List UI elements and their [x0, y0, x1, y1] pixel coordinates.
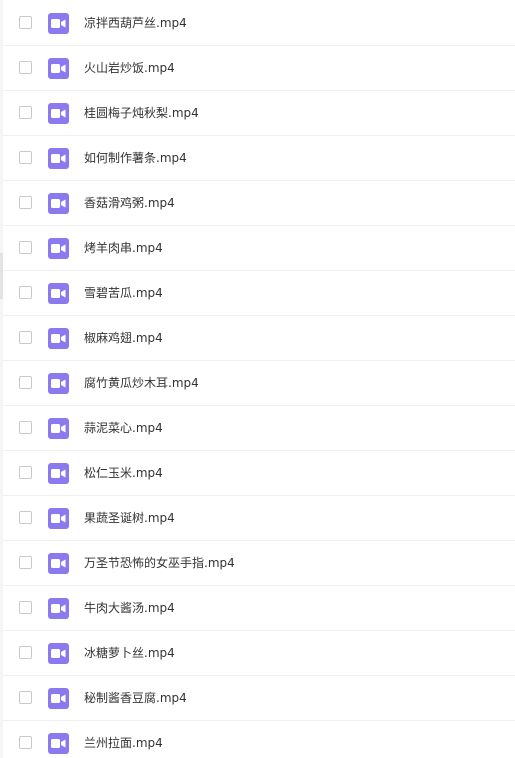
file-row[interactable]: 松仁玉米.mp4 [3, 451, 515, 496]
row-checkbox[interactable] [19, 736, 32, 749]
file-row[interactable]: 果蔬圣诞树.mp4 [3, 496, 515, 541]
file-row[interactable]: 如何制作薯条.mp4 [3, 136, 515, 181]
row-checkbox[interactable] [19, 646, 32, 659]
video-file-icon [48, 553, 69, 574]
row-checkbox[interactable] [19, 691, 32, 704]
file-name[interactable]: 兰州拉面.mp4 [84, 735, 163, 752]
file-row[interactable]: 秘制酱香豆腐.mp4 [3, 676, 515, 721]
row-checkbox[interactable] [19, 421, 32, 434]
row-checkbox[interactable] [19, 241, 32, 254]
row-checkbox[interactable] [19, 511, 32, 524]
video-file-icon [48, 373, 69, 394]
file-row[interactable]: 万圣节恐怖的女巫手指.mp4 [3, 541, 515, 586]
video-file-icon [48, 598, 69, 619]
video-file-icon [48, 238, 69, 259]
file-name[interactable]: 秘制酱香豆腐.mp4 [84, 690, 187, 707]
file-name[interactable]: 烤羊肉串.mp4 [84, 240, 163, 257]
video-file-icon [48, 508, 69, 529]
row-checkbox[interactable] [19, 466, 32, 479]
file-name[interactable]: 如何制作薯条.mp4 [84, 150, 187, 167]
file-row[interactable]: 火山岩炒饭.mp4 [3, 46, 515, 91]
row-checkbox[interactable] [19, 331, 32, 344]
video-file-icon [48, 733, 69, 754]
file-row[interactable]: 兰州拉面.mp4 [3, 721, 515, 758]
file-name[interactable]: 蒜泥菜心.mp4 [84, 420, 163, 437]
file-name[interactable]: 椒麻鸡翅.mp4 [84, 330, 163, 347]
video-file-icon [48, 103, 69, 124]
video-file-icon [48, 58, 69, 79]
file-row[interactable]: 香菇滑鸡粥.mp4 [3, 181, 515, 226]
video-file-icon [48, 193, 69, 214]
file-row[interactable]: 雪碧苦瓜.mp4 [3, 271, 515, 316]
row-checkbox[interactable] [19, 196, 32, 209]
file-row[interactable]: 桂圆梅子炖秋梨.mp4 [3, 91, 515, 136]
file-name[interactable]: 牛肉大酱汤.mp4 [84, 600, 175, 617]
video-file-icon [48, 328, 69, 349]
video-file-icon [48, 643, 69, 664]
row-checkbox[interactable] [19, 106, 32, 119]
file-row[interactable]: 冰糖萝卜丝.mp4 [3, 631, 515, 676]
row-checkbox[interactable] [19, 376, 32, 389]
file-name[interactable]: 凉拌西葫芦丝.mp4 [84, 15, 187, 32]
video-file-icon [48, 463, 69, 484]
row-checkbox[interactable] [19, 61, 32, 74]
video-file-icon [48, 148, 69, 169]
file-name[interactable]: 桂圆梅子炖秋梨.mp4 [84, 105, 199, 122]
file-row[interactable]: 椒麻鸡翅.mp4 [3, 316, 515, 361]
row-checkbox[interactable] [19, 601, 32, 614]
file-row[interactable]: 蒜泥菜心.mp4 [3, 406, 515, 451]
row-checkbox[interactable] [19, 286, 32, 299]
file-name[interactable]: 果蔬圣诞树.mp4 [84, 510, 175, 527]
file-name[interactable]: 香菇滑鸡粥.mp4 [84, 195, 175, 212]
row-checkbox[interactable] [19, 556, 32, 569]
file-name[interactable]: 松仁玉米.mp4 [84, 465, 163, 482]
file-row[interactable]: 烤羊肉串.mp4 [3, 226, 515, 271]
file-row[interactable]: 腐竹黄瓜炒木耳.mp4 [3, 361, 515, 406]
file-name[interactable]: 火山岩炒饭.mp4 [84, 60, 175, 77]
file-name[interactable]: 腐竹黄瓜炒木耳.mp4 [84, 375, 199, 392]
row-checkbox[interactable] [19, 16, 32, 29]
file-row[interactable]: 牛肉大酱汤.mp4 [3, 586, 515, 631]
file-name[interactable]: 冰糖萝卜丝.mp4 [84, 645, 175, 662]
file-row[interactable]: 凉拌西葫芦丝.mp4 [3, 1, 515, 46]
video-file-icon [48, 13, 69, 34]
video-file-icon [48, 418, 69, 439]
video-file-icon [48, 688, 69, 709]
file-list: 凉拌西葫芦丝.mp4 火山岩炒饭.mp4 桂圆梅子炖秋梨.mp4 如何制作薯条.mp4… [0, 0, 515, 758]
file-name[interactable]: 雪碧苦瓜.mp4 [84, 285, 163, 302]
file-name[interactable]: 万圣节恐怖的女巫手指.mp4 [84, 555, 235, 572]
video-file-icon [48, 283, 69, 304]
row-checkbox[interactable] [19, 151, 32, 164]
